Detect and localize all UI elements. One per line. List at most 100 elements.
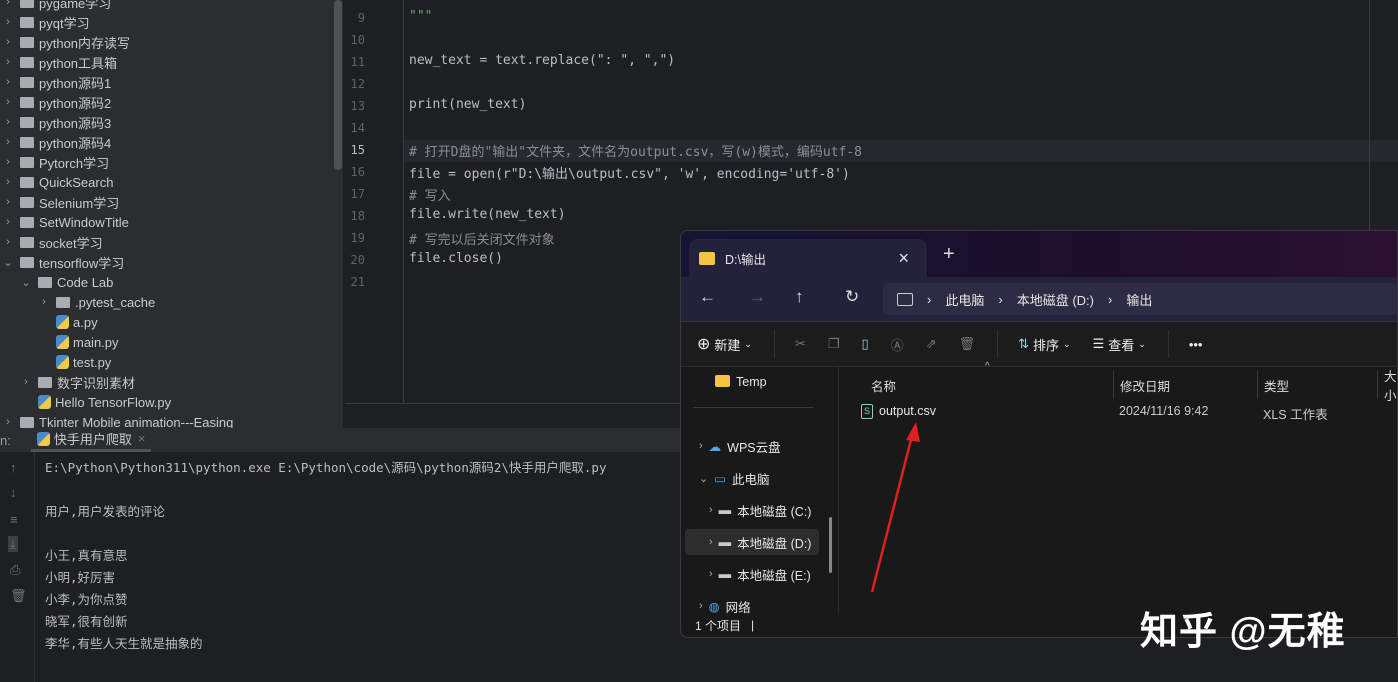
chevron-right-icon: › [1107, 291, 1113, 307]
tree-item[interactable]: › socket学习 [2, 232, 102, 252]
refresh-icon[interactable]: ↻ [845, 287, 859, 307]
chevron-right-icon[interactable]: › [2, 56, 14, 68]
new-tab-icon[interactable]: + [943, 243, 955, 266]
pc-icon: ▭ [714, 471, 727, 486]
nav-item[interactable]: › ▬ 本地磁盘 (E:) [685, 561, 819, 587]
tree-item[interactable]: › python源码3 [2, 112, 111, 132]
paste-button[interactable]: ▯ [862, 336, 869, 352]
nav-item[interactable]: › ▬ 本地磁盘 (C:) [685, 497, 819, 523]
console-output[interactable]: E:\Python\Python311\python.exe E:\Python… [0, 452, 700, 682]
arrow-up-icon[interactable]: ↑ [10, 460, 17, 475]
chevron-right-icon[interactable]: › [2, 176, 14, 188]
rename-button[interactable]: Ⓐ [891, 335, 904, 354]
project-tree-scrollbar[interactable] [334, 0, 342, 170]
python-file-icon [56, 355, 69, 369]
up-icon[interactable]: ↑ [795, 287, 804, 307]
sort-arrow-icon: ^ [985, 361, 990, 372]
close-tab-icon[interactable]: × [898, 248, 909, 269]
sort-button[interactable]: ⇅ 排序 ⌄ [1018, 335, 1070, 354]
tree-item[interactable]: › Pytorch学习 [2, 152, 109, 172]
tree-item[interactable]: a.py [38, 312, 98, 332]
console-line: 小李,为你点赞 [45, 592, 128, 607]
tree-item[interactable]: › pygame学习 [2, 0, 111, 12]
divider [997, 330, 999, 358]
breadcrumb-item[interactable]: 本地磁盘 (D:) [1017, 290, 1094, 309]
tree-item[interactable]: test.py [38, 352, 111, 372]
chevron-down-icon[interactable]: ⌄ [699, 472, 708, 485]
nav-item[interactable]: › ☁ WPS云盘 [685, 433, 819, 459]
run-tab[interactable]: 快手用户爬取 × [30, 428, 152, 452]
chevron-right-icon[interactable]: › [2, 196, 14, 208]
file-row[interactable]: S output.csv 2024/11/16 9:42 XLS 工作表 [841, 401, 1397, 423]
tree-item[interactable]: main.py [38, 332, 119, 352]
run-tab-label: 快手用户爬取 [53, 432, 132, 447]
chevron-down-icon[interactable]: ⌄ [20, 276, 32, 289]
arrow-down-icon[interactable]: ↓ [10, 485, 17, 500]
nav-scrollbar[interactable] [829, 517, 832, 573]
tree-item[interactable]: › 数字识别素材 [20, 372, 135, 392]
print-icon[interactable]: ⎙ [10, 562, 20, 578]
explorer-tab[interactable]: D:\输出 × [689, 239, 927, 277]
tree-item-label: Code Lab [57, 274, 114, 290]
cut-button[interactable]: ✂ [795, 336, 806, 352]
share-button[interactable]: ⇗ [926, 336, 937, 352]
tree-item[interactable]: › python源码2 [2, 92, 111, 112]
column-header-size[interactable]: 大小 [1377, 370, 1397, 403]
back-icon[interactable]: ← [699, 287, 716, 307]
column-header-name[interactable]: 名称 [865, 371, 896, 399]
tree-item[interactable]: › python源码4 [2, 132, 111, 152]
share-icon: ⇗ [925, 336, 937, 351]
chevron-right-icon[interactable]: › [2, 0, 14, 8]
chevron-right-icon[interactable]: › [2, 236, 14, 248]
chevron-down-icon[interactable]: ⌄ [2, 256, 14, 269]
chevron-right-icon[interactable]: › [2, 416, 14, 428]
soft-wrap-icon[interactable]: ≡ [10, 512, 18, 527]
chevron-right-icon[interactable]: › [2, 76, 14, 88]
chevron-right-icon[interactable]: › [2, 136, 14, 148]
scroll-to-end-icon[interactable]: ⤓ [8, 536, 18, 552]
view-button[interactable]: ☰ 查看 ⌄ [1093, 335, 1146, 354]
close-icon[interactable]: × [138, 431, 146, 446]
chevron-right-icon[interactable]: › [699, 600, 703, 612]
breadcrumb-item[interactable]: 此电脑 [945, 290, 984, 309]
column-header-modified[interactable]: 修改日期 [1113, 371, 1170, 399]
chevron-right-icon[interactable]: › [2, 116, 14, 128]
tree-item[interactable]: › python内存读写 [2, 32, 130, 52]
tree-item[interactable]: ⌄ tensorflow学习 [2, 252, 124, 272]
forward-icon[interactable]: → [749, 287, 766, 307]
chevron-right-icon[interactable]: › [2, 156, 14, 168]
chevron-right-icon[interactable]: › [2, 36, 14, 48]
more-button[interactable]: ••• [1189, 337, 1203, 352]
address-bar[interactable]: › 此电脑 › 本地磁盘 (D:) › 输出 [883, 283, 1397, 315]
breadcrumb-item[interactable]: 输出 [1126, 290, 1152, 309]
chevron-right-icon[interactable]: › [20, 376, 32, 388]
column-header-type[interactable]: 类型 [1257, 371, 1289, 399]
tree-item[interactable]: › SetWindowTitle [2, 212, 129, 232]
nav-item[interactable]: › ▬ 本地磁盘 (D:) [685, 529, 819, 555]
nav-item[interactable]: ⌄ ▭ 此电脑 [685, 465, 819, 491]
tree-item[interactable]: › Selenium学习 [2, 192, 119, 212]
tree-item[interactable]: › pyqt学习 [2, 12, 89, 32]
chevron-right-icon[interactable]: › [38, 296, 50, 308]
copy-button[interactable]: ❐ [828, 336, 840, 352]
chevron-right-icon[interactable]: › [2, 216, 14, 228]
chevron-right-icon[interactable]: › [709, 504, 713, 516]
tree-item[interactable]: › Tkinter Mobile animation---Easing [2, 412, 233, 429]
chevron-right-icon[interactable]: › [2, 16, 14, 28]
chevron-right-icon[interactable]: › [709, 536, 713, 548]
chevron-right-icon[interactable]: › [699, 440, 703, 452]
folder-icon [20, 196, 34, 208]
trash-icon[interactable]: 🗑 [10, 588, 27, 604]
tree-item[interactable]: ⌄ Code Lab [20, 272, 113, 292]
tree-item[interactable]: › QuickSearch [2, 172, 113, 192]
delete-button[interactable]: 🗑 [959, 336, 976, 352]
tree-item[interactable]: › .pytest_cache [38, 292, 155, 312]
chevron-right-icon[interactable]: › [709, 568, 713, 580]
chevron-right-icon[interactable]: › [2, 96, 14, 108]
tree-item-label: main.py [73, 334, 119, 350]
nav-item[interactable]: Temp [681, 369, 815, 395]
tree-item[interactable]: › python工具箱 [2, 52, 117, 72]
new-button[interactable]: ⊕ 新建 ⌄ [697, 334, 752, 354]
tree-item[interactable]: Hello TensorFlow.py [20, 392, 171, 412]
tree-item[interactable]: › python源码1 [2, 72, 111, 92]
